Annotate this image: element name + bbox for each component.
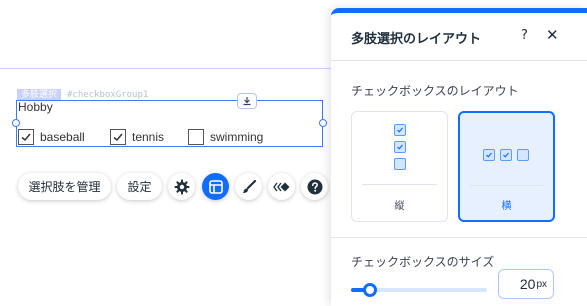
mini-checkbox-icon — [394, 141, 406, 153]
settings-button[interactable]: 設定 — [117, 173, 162, 200]
card-separator — [362, 184, 437, 185]
panel-title: 多肢選択のレイアウト — [351, 32, 482, 47]
mini-checkbox-icon — [394, 124, 406, 136]
checkbox-unchecked-icon[interactable] — [188, 129, 204, 145]
card-separator — [470, 185, 543, 186]
checkbox-checked-icon[interactable] — [110, 129, 126, 145]
section-divider — [331, 237, 587, 238]
layout-option-vertical[interactable]: 縦 — [351, 111, 448, 222]
layout-panel: 多肢選択のレイアウト ? ✕ チェックボックスのレイアウト 縦 横 チェックボッ… — [331, 8, 587, 306]
design-brush-icon[interactable] — [235, 173, 262, 200]
checkbox-option-tennis[interactable]: tennis — [110, 129, 164, 145]
mini-checkbox-icon — [517, 149, 529, 161]
checkbox-checked-icon[interactable] — [18, 129, 34, 145]
mini-checkbox-icon — [394, 158, 406, 170]
layout-option-label: 横 — [501, 201, 512, 212]
manage-choices-button[interactable]: 選択肢を管理 — [18, 173, 111, 200]
canvas-section-line — [0, 68, 340, 69]
size-slider-thumb[interactable] — [363, 283, 377, 297]
help-icon[interactable] — [301, 173, 328, 200]
layout-icon[interactable] — [202, 173, 229, 200]
checkbox-layout-label: チェックボックスのレイアウト — [351, 84, 519, 98]
download-icon[interactable] — [237, 93, 257, 109]
checkbox-option-label: tennis — [132, 130, 165, 144]
checkbox-option-label: baseball — [40, 130, 85, 144]
resize-handle-left[interactable] — [12, 119, 20, 127]
mini-checkbox-icon — [500, 149, 512, 161]
checkbox-size-label: チェックボックスのサイズ — [351, 255, 495, 269]
size-input[interactable]: 20 px — [498, 269, 554, 299]
size-unit: px — [536, 278, 547, 290]
size-value: 20 — [519, 276, 536, 292]
resize-handle-right[interactable] — [319, 119, 327, 127]
checkbox-option-label: swimming — [210, 130, 264, 144]
close-icon[interactable]: ✕ — [546, 26, 559, 44]
checkbox-option-swimming[interactable]: swimming — [188, 129, 263, 145]
element-id-label: #checkboxGroup1 — [67, 90, 149, 100]
checkbox-option-baseball[interactable]: baseball — [18, 129, 85, 145]
gear-icon[interactable] — [168, 173, 195, 200]
layout-option-label: 縦 — [394, 201, 405, 212]
checkbox-group-title: Hobby — [18, 100, 53, 114]
panel-header-divider — [331, 60, 587, 61]
mini-checkbox-icon — [483, 149, 495, 161]
layout-option-horizontal[interactable]: 横 — [458, 111, 555, 222]
panel-help-icon[interactable]: ? — [521, 28, 528, 43]
animation-icon[interactable] — [268, 173, 295, 200]
